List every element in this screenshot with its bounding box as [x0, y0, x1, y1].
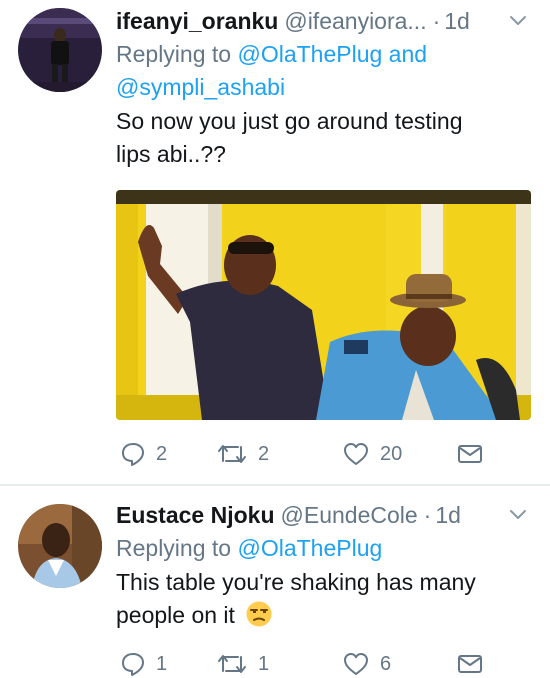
mention-link[interactable]: @sympli_ashabi [116, 74, 285, 100]
retweet-button[interactable]: 2 [216, 440, 269, 468]
tweet-text: This table you're shaking has many peopl… [116, 566, 538, 632]
mention-link[interactable]: @OlaThePlug [237, 41, 382, 67]
retweet-count: 1 [258, 652, 270, 675]
tweet[interactable]: ifeanyi_oranku @ifeanyiora... · 1d Reply… [0, 0, 550, 486]
replying-to: Replying to @OlaThePlug [116, 532, 538, 565]
unamused-face-emoji [246, 601, 272, 627]
tweet-header: Eustace Njoku @EundeCole · 1d [116, 498, 538, 532]
avatar[interactable] [18, 8, 102, 92]
tweet[interactable]: Eustace Njoku @EundeCole · 1d Replying t… [0, 486, 550, 678]
timestamp[interactable]: 1d [444, 8, 470, 35]
avatar[interactable] [18, 504, 102, 588]
separator: · [423, 501, 432, 528]
like-icon [344, 653, 368, 675]
tweet-actions: 1 1 6 [116, 650, 496, 678]
reply-icon [122, 443, 144, 466]
replying-prefix: Replying to [116, 535, 238, 561]
direct-message-button[interactable] [456, 650, 484, 678]
direct-message-icon [458, 655, 482, 673]
like-icon [344, 443, 368, 465]
reply-icon [122, 653, 144, 676]
username[interactable]: @EundeCole [281, 502, 418, 529]
reply-button[interactable]: 1 [120, 650, 167, 678]
reply-button[interactable]: 2 [120, 440, 167, 468]
tweet-text-line: This table you're shaking has many [116, 569, 476, 595]
like-count: 6 [380, 652, 392, 675]
mention-link[interactable]: @OlaThePlug [237, 535, 382, 561]
like-button[interactable]: 20 [342, 440, 402, 468]
retweet-icon [218, 445, 246, 463]
tweet-text-line: people on it [116, 602, 235, 628]
like-button[interactable]: 6 [342, 650, 391, 678]
display-name[interactable]: ifeanyi_oranku [116, 8, 278, 35]
tweet-text-line: lips abi..?? [116, 141, 226, 167]
replying-to: Replying to @OlaThePlug and @sympli_asha… [116, 38, 538, 104]
like-count: 20 [380, 442, 403, 465]
display-name[interactable]: Eustace Njoku [116, 502, 275, 529]
tweet-header: ifeanyi_oranku @ifeanyiora... · 1d [116, 4, 538, 38]
retweet-button[interactable]: 1 [216, 650, 269, 678]
replying-prefix: Replying to [116, 41, 238, 67]
direct-message-icon [458, 445, 482, 463]
username[interactable]: @ifeanyiora... [284, 8, 426, 35]
photo-image [116, 190, 531, 420]
timestamp[interactable]: 1d [435, 502, 461, 529]
retweet-icon [218, 655, 246, 673]
tweet-text: So now you just go around testing lips a… [116, 105, 538, 171]
reply-count: 1 [156, 652, 168, 675]
direct-message-button[interactable] [456, 440, 484, 468]
separator: · [432, 7, 441, 34]
caret-down-icon[interactable] [508, 14, 528, 28]
tweet-photo[interactable] [116, 190, 531, 420]
caret-down-icon[interactable] [508, 508, 528, 522]
reply-count: 2 [156, 442, 168, 465]
mention-joiner: and [382, 41, 428, 67]
tweet-actions: 2 2 20 [116, 440, 496, 468]
tweet-text-line: So now you just go around testing [116, 108, 463, 134]
retweet-count: 2 [258, 442, 270, 465]
